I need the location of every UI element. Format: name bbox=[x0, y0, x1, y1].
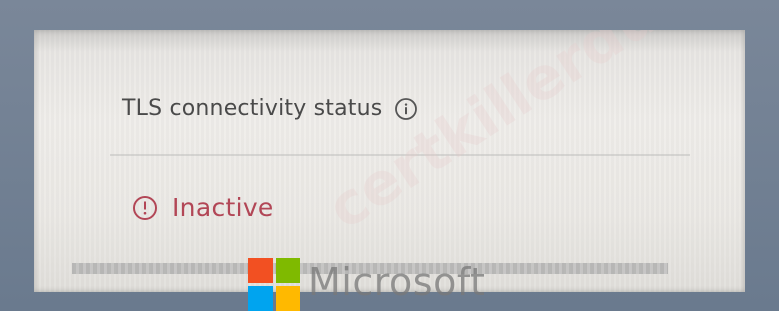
panel-top-band bbox=[34, 30, 745, 52]
status-row: Inactive bbox=[132, 193, 274, 222]
watermark: certkillerdumps.com bbox=[315, 30, 745, 243]
status-panel: TLS connectivity status Inactive certkil… bbox=[34, 30, 745, 292]
status-title: TLS connectivity status bbox=[122, 96, 383, 121]
logo-square-green bbox=[275, 258, 300, 283]
logo-square-blue bbox=[248, 286, 273, 311]
microsoft-wordmark: Microsoft bbox=[308, 260, 486, 304]
divider bbox=[110, 154, 690, 156]
screenshot-frame: TLS connectivity status Inactive certkil… bbox=[0, 0, 779, 311]
status-title-row: TLS connectivity status bbox=[122, 96, 418, 121]
microsoft-brand: Microsoft bbox=[248, 258, 485, 311]
logo-square-yellow bbox=[275, 286, 300, 311]
logo-square-red bbox=[248, 258, 273, 283]
microsoft-logo-icon bbox=[248, 258, 300, 311]
status-value: Inactive bbox=[172, 193, 274, 222]
exclamation-circle-icon bbox=[132, 195, 158, 221]
info-icon[interactable] bbox=[394, 97, 418, 121]
